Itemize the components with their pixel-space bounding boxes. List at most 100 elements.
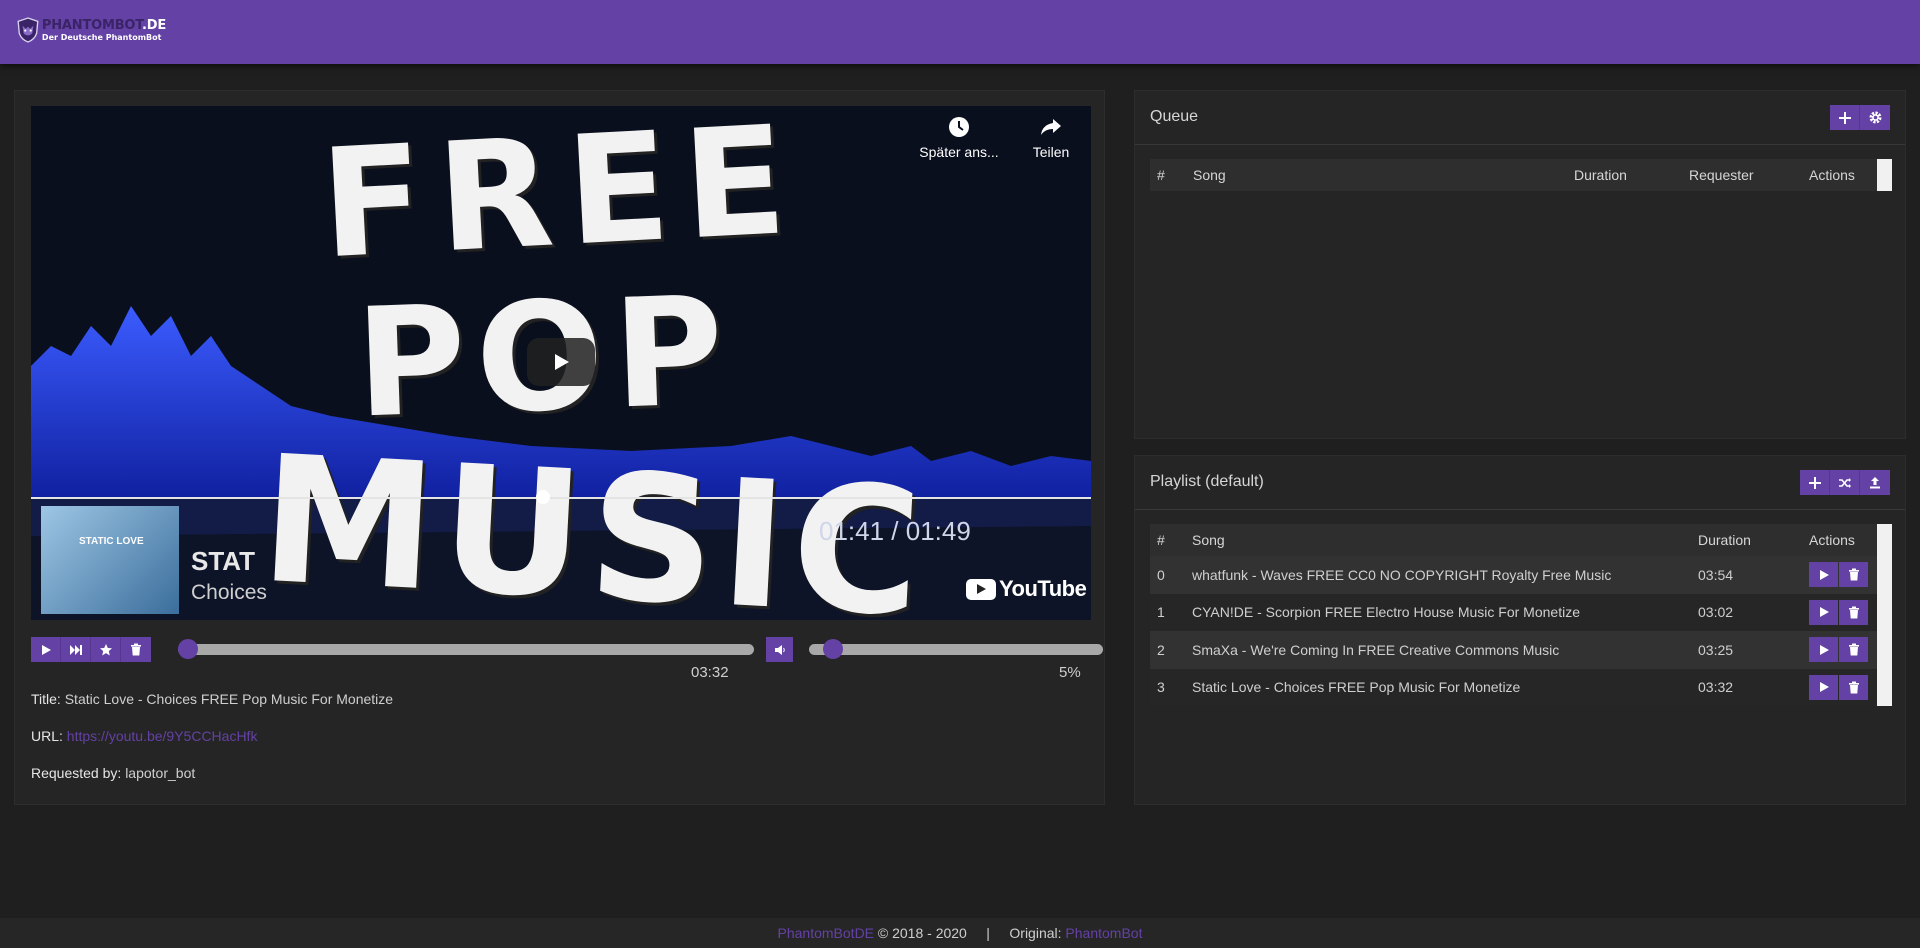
- video-play-button[interactable]: [527, 338, 595, 386]
- queue-col-duration: Duration: [1574, 167, 1627, 183]
- playlist-row-duration: 03:32: [1698, 679, 1734, 696]
- requested-value: lapotor_bot: [125, 765, 196, 781]
- playlist-row[interactable]: 0 whatfunk - Waves FREE CC0 NO COPYRIGHT …: [1150, 556, 1892, 594]
- share-arrow-icon: [1021, 116, 1081, 144]
- footer-original-label: Original:: [1009, 925, 1062, 941]
- footer-separator: |: [986, 925, 990, 941]
- play-icon: [1819, 682, 1829, 692]
- shuffle-playlist-button[interactable]: [1830, 470, 1860, 495]
- trash-icon: [1848, 568, 1859, 581]
- playlist-table-header: # Song Duration Actions: [1150, 524, 1892, 556]
- youtube-video-embed[interactable]: FREE POP MUSIC STATIC LOVE STAT Choices …: [31, 106, 1091, 620]
- queue-scrollbar[interactable]: [1877, 159, 1892, 191]
- playlist-row-duration: 03:02: [1698, 604, 1734, 621]
- gear-icon: [1869, 111, 1881, 124]
- playlist-row-delete-button[interactable]: [1839, 674, 1868, 700]
- video-artist-text: STAT: [191, 546, 256, 576]
- footer-original-link[interactable]: PhantomBot: [1065, 925, 1142, 941]
- playlist-scrollbar-track[interactable]: [1877, 668, 1892, 706]
- url-link[interactable]: https://youtu.be/9Y5CCHacHfk: [67, 728, 258, 744]
- share-label: Teilen: [1032, 144, 1070, 160]
- skip-button[interactable]: [61, 637, 91, 662]
- clock-icon: [916, 116, 1002, 144]
- queue-title: Queue: [1150, 108, 1199, 125]
- song-url-info: URL: https://youtu.be/9Y5CCHacHfk: [31, 728, 257, 744]
- playlist-row-duration: 03:25: [1698, 641, 1734, 658]
- play-icon: [41, 644, 51, 655]
- queue-col-song: Song: [1193, 167, 1226, 183]
- progress-slider[interactable]: [178, 639, 754, 659]
- brand-logo[interactable]: PHANTOMBOT.DE Der Deutsche PhantomBot: [16, 5, 166, 55]
- trash-icon: [1848, 606, 1859, 618]
- playlist-row[interactable]: 3 Static Love - Choices FREE Pop Music Fo…: [1150, 668, 1892, 706]
- playlist-row-index: 3: [1157, 679, 1165, 696]
- add-to-playlist-button[interactable]: [1800, 470, 1830, 495]
- playlist-scrollbar-track[interactable]: [1877, 593, 1892, 631]
- volume-value: 5%: [1059, 664, 1081, 681]
- playlist-row-song: CYAN!DE - Scorpion FREE Electro House Mu…: [1192, 604, 1580, 621]
- playlist-row-index: 1: [1157, 604, 1165, 621]
- upload-playlist-button[interactable]: [1860, 470, 1890, 495]
- watch-later-button[interactable]: Später ans...: [916, 116, 1002, 160]
- playlist-divider: [1135, 509, 1905, 510]
- playlist-scrollbar-track[interactable]: [1877, 556, 1892, 594]
- trash-icon: [1848, 681, 1859, 693]
- play-icon: [1819, 644, 1829, 655]
- trash-icon: [131, 643, 141, 656]
- video-time-display: 01:41 / 01:49: [819, 516, 971, 546]
- progress-slider-handle[interactable]: [178, 639, 198, 659]
- queue-divider: [1135, 144, 1905, 145]
- volume-icon: [774, 644, 785, 655]
- plus-icon: [1838, 111, 1851, 124]
- upload-icon: [1870, 477, 1880, 489]
- player-controls: [31, 637, 151, 662]
- skip-forward-icon: [69, 644, 82, 655]
- add-to-queue-button[interactable]: [1830, 105, 1860, 130]
- playlist-col-index: #: [1157, 532, 1165, 548]
- playlist-actions: [1800, 470, 1890, 495]
- playlist-row-delete-button[interactable]: [1839, 562, 1868, 587]
- video-thumbnail: STATIC LOVE: [41, 506, 179, 614]
- share-button[interactable]: Teilen: [1021, 116, 1081, 160]
- plus-icon: [1808, 476, 1821, 489]
- playlist-scrollbar-track[interactable]: [1877, 631, 1892, 669]
- playlist-row-play-button[interactable]: [1809, 562, 1838, 587]
- trash-icon: [1848, 643, 1859, 656]
- volume-slider-handle[interactable]: [822, 639, 843, 659]
- playlist-row[interactable]: 1 CYAN!DE - Scorpion FREE Electro House M…: [1150, 593, 1892, 631]
- progress-time: 03:32: [691, 664, 729, 681]
- playlist-row-index: 0: [1157, 566, 1165, 583]
- playlist-row-play-button[interactable]: [1809, 599, 1838, 625]
- mute-button[interactable]: [766, 637, 793, 662]
- youtube-label: YouTube: [999, 576, 1087, 601]
- volume-slider[interactable]: [809, 639, 1103, 659]
- youtube-play-icon: [966, 578, 996, 600]
- playlist-row-play-button[interactable]: [1809, 637, 1838, 662]
- player-panel: FREE POP MUSIC STATIC LOVE STAT Choices …: [14, 90, 1105, 805]
- footer-brand-link[interactable]: PhantomBotDE: [778, 925, 875, 941]
- watch-later-label: Später ans...: [919, 144, 999, 160]
- playlist-row-duration: 03:54: [1698, 566, 1734, 583]
- queue-panel: Queue # Song Duration Requester Actions: [1134, 90, 1906, 439]
- title-value: Static Love - Choices FREE Pop Music For…: [64, 691, 394, 707]
- delete-song-button[interactable]: [121, 637, 151, 662]
- youtube-logo[interactable]: YouTube: [966, 576, 1087, 602]
- requested-label: Requested by:: [31, 765, 122, 781]
- playlist-panel: Playlist (default) # Song Duration Actio…: [1134, 455, 1906, 805]
- play-icon: [1819, 569, 1829, 580]
- playlist-row-song: Static Love - Choices FREE Pop Music For…: [1192, 679, 1521, 696]
- logo-subtitle: Der Deutsche PhantomBot: [41, 32, 162, 42]
- queue-settings-button[interactable]: [1860, 105, 1890, 130]
- playlist-row-delete-button[interactable]: [1839, 637, 1868, 662]
- play-button[interactable]: [31, 637, 61, 662]
- favorite-button[interactable]: [91, 637, 121, 662]
- playlist-row[interactable]: 2 SmaXa - We're Coming In FREE Creative C…: [1150, 631, 1892, 669]
- playlist-col-song: Song: [1192, 532, 1225, 548]
- queue-table: # Song Duration Requester Actions: [1150, 159, 1892, 191]
- footer-copyright: © 2018 - 2020: [877, 925, 967, 941]
- playlist-row-delete-button[interactable]: [1839, 599, 1868, 625]
- url-label: URL:: [31, 728, 63, 744]
- thumbnail-text: STATIC LOVE: [79, 536, 144, 547]
- playlist-row-play-button[interactable]: [1809, 674, 1838, 700]
- playlist-scrollbar[interactable]: [1877, 524, 1892, 556]
